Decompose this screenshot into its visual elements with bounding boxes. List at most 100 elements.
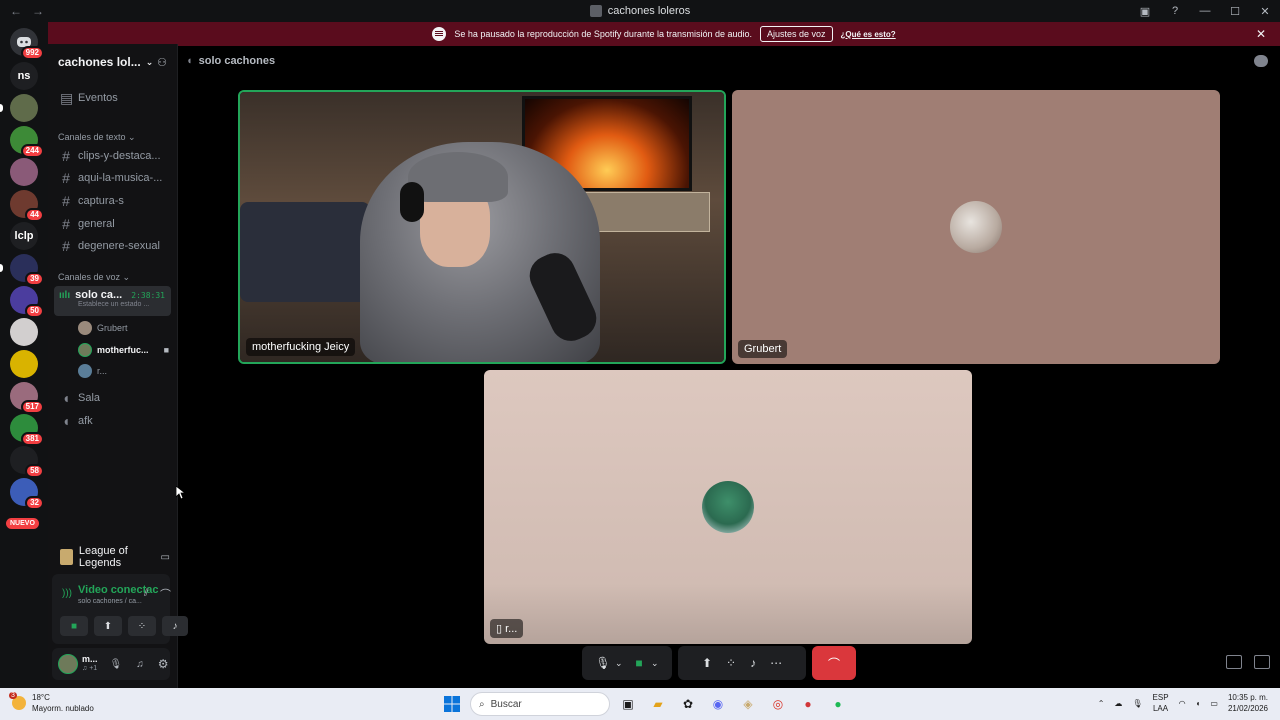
camera-button[interactable]: ■ xyxy=(627,656,651,670)
voice-user[interactable]: motherfuc... ■ xyxy=(78,341,169,359)
riot-icon[interactable]: ● xyxy=(796,692,820,716)
server-rail: 992 ns 244 44 lclp 39 50 517 381 58 32 N… xyxy=(0,22,48,688)
server-icon-4[interactable]: 44 xyxy=(10,190,44,222)
unread-pip xyxy=(0,104,3,112)
fullscreen-icon[interactable] xyxy=(1254,655,1270,669)
voice-settings-button[interactable]: Ajustes de voz xyxy=(760,26,833,42)
search-icon: ⌕ xyxy=(479,698,485,710)
leave-call-button[interactable]: ⌒ xyxy=(812,646,856,680)
channel-item[interactable]: # general xyxy=(54,214,171,234)
file-explorer-icon[interactable]: ▰ xyxy=(646,692,670,716)
chatgpt-icon[interactable]: ✿ xyxy=(676,692,700,716)
popout-icon[interactable] xyxy=(1226,655,1242,669)
activities-icon[interactable]: ⁘ xyxy=(726,656,736,670)
voice-category[interactable]: Canales de voz ⌄ xyxy=(58,272,130,283)
voice-user[interactable]: Grubert xyxy=(78,319,169,337)
inbox-icon[interactable]: ▣ xyxy=(1130,5,1160,18)
wifi-icon[interactable]: ◠ xyxy=(1179,699,1186,708)
participant-tile[interactable]: Grubert xyxy=(732,90,1220,364)
disconnect-icon[interactable]: ⌒ xyxy=(160,586,171,602)
minimize-icon[interactable]: — xyxy=(1190,5,1220,17)
close-window-icon[interactable]: ✕ xyxy=(1250,5,1280,18)
mic-button[interactable]: 🎙︎ xyxy=(591,656,615,670)
headphones-icon[interactable]: ♫ xyxy=(136,659,144,670)
onedrive-icon[interactable]: ☁ xyxy=(1114,699,1122,708)
voice-user[interactable]: r... xyxy=(78,362,169,380)
more-icon[interactable]: ⋯ xyxy=(770,656,782,670)
text-category[interactable]: Canales de texto ⌄ xyxy=(58,132,136,143)
video-tile[interactable]: motherfucking Jeicy xyxy=(238,90,726,364)
voice-substatus[interactable]: solo cachones / ca... xyxy=(78,598,142,605)
help-icon[interactable]: ? xyxy=(1160,5,1190,17)
server-icon-6[interactable]: 50 xyxy=(10,286,44,318)
add-member-icon[interactable]: ⚇ xyxy=(157,56,167,69)
maximize-icon[interactable]: ☐ xyxy=(1220,5,1250,18)
camera-button[interactable]: ■ xyxy=(60,616,88,636)
language-indicator[interactable]: ESP LAA xyxy=(1153,692,1169,714)
start-icon[interactable] xyxy=(440,692,464,716)
server-icon-9[interactable]: 517 xyxy=(10,382,44,414)
dm-home-button[interactable]: 992 xyxy=(10,28,44,60)
server-icon-1[interactable] xyxy=(10,94,38,122)
discord-taskbar-icon[interactable]: ◉ xyxy=(706,692,730,716)
chat-bubble-icon[interactable] xyxy=(1254,55,1268,67)
forward-icon[interactable]: → xyxy=(32,4,44,18)
server-icon-10[interactable]: 381 xyxy=(10,414,44,446)
server-lclp[interactable]: lclp xyxy=(10,222,38,250)
tile-name-text: r... xyxy=(505,623,518,635)
server-icon-7[interactable] xyxy=(10,318,38,346)
mic-tray-icon[interactable]: 🎙︎ xyxy=(1132,699,1142,708)
server-icon-12[interactable]: 32 xyxy=(10,478,44,510)
participant-tile[interactable]: ▯ r... xyxy=(484,370,972,644)
chevron-down-icon[interactable]: ⌄ xyxy=(651,658,663,669)
screenshare-icon[interactable]: ⬆ xyxy=(702,656,712,670)
weather-icon: 3 xyxy=(9,692,26,710)
clock[interactable]: 10:35 p. m. 21/02/2026 xyxy=(1228,692,1268,714)
activity-panel[interactable]: League of Legends ▭ xyxy=(52,542,170,572)
soundboard-icon[interactable]: ♪ xyxy=(750,656,756,670)
guild-header[interactable]: cachones lol... ⌄ ⚇ xyxy=(48,44,177,80)
server-icon-2[interactable]: 244 xyxy=(10,126,44,158)
sidebar-item-events[interactable]: ▤ Eventos xyxy=(54,88,171,108)
channel-item[interactable]: # clips-y-destaca... xyxy=(54,146,171,166)
mic-icon[interactable]: 🎙︎ xyxy=(110,659,123,670)
close-icon[interactable]: ✕ xyxy=(1256,27,1266,41)
taskbar-search[interactable]: ⌕ Buscar xyxy=(470,692,610,716)
battery-icon[interactable]: ▭ xyxy=(1210,699,1218,708)
chevron-down-icon[interactable]: ⌄ xyxy=(615,658,627,669)
screenshare-button[interactable]: ⬆ xyxy=(94,616,122,636)
activities-button[interactable]: ⁘ xyxy=(128,616,156,636)
server-icon-8[interactable] xyxy=(10,350,38,378)
voice-channel-item[interactable]: ◖ afk xyxy=(54,411,171,431)
channel-item[interactable]: # aqui-la-musica-... xyxy=(54,168,171,188)
task-view-icon[interactable]: ▣ xyxy=(616,692,640,716)
unread-badge: 50 xyxy=(25,304,44,318)
video-headphones xyxy=(400,182,424,222)
user-info[interactable]: m... ♫ +1 xyxy=(82,654,98,674)
channel-label: afk xyxy=(78,415,93,427)
channel-item[interactable]: # degenere-sexual xyxy=(54,236,171,256)
what-is-this-link[interactable]: ¿Qué es esto? xyxy=(841,30,896,39)
volume-icon[interactable]: ◖ xyxy=(1196,699,1201,708)
server-icon-11[interactable]: 58 xyxy=(10,446,44,478)
back-icon[interactable]: ← xyxy=(10,4,22,18)
voice-status-hint[interactable]: Establece un estado ... xyxy=(54,301,171,308)
chrome-icon[interactable]: ◎ xyxy=(766,692,790,716)
avatar[interactable] xyxy=(58,654,78,674)
channel-item[interactable]: # captura-s xyxy=(54,191,171,211)
mouse-cursor-icon xyxy=(176,486,186,500)
spotify-taskbar-icon[interactable]: ● xyxy=(826,692,850,716)
soundboard-button[interactable]: ♪ xyxy=(162,616,188,636)
stream-icon[interactable]: ▭ xyxy=(161,552,170,563)
voice-channel-item[interactable]: ◖ Sala xyxy=(54,388,171,408)
gear-icon[interactable]: ⚙ xyxy=(158,657,169,671)
server-icon-3[interactable] xyxy=(10,158,38,186)
signal-icon[interactable]: ))) xyxy=(62,588,72,599)
league-icon[interactable]: ◈ xyxy=(736,692,760,716)
weather-widget[interactable]: 3 18°C Mayorm. nublado xyxy=(9,692,94,714)
server-icon-5[interactable]: 39 xyxy=(10,254,44,286)
active-voice-channel[interactable]: ıılı solo ca... 2:38:31 Establece un est… xyxy=(54,286,171,316)
chevron-up-icon[interactable]: ⌃ xyxy=(1098,699,1105,708)
server-ns[interactable]: ns xyxy=(10,62,38,90)
noise-suppression-icon[interactable]: ⫽ xyxy=(144,588,148,599)
